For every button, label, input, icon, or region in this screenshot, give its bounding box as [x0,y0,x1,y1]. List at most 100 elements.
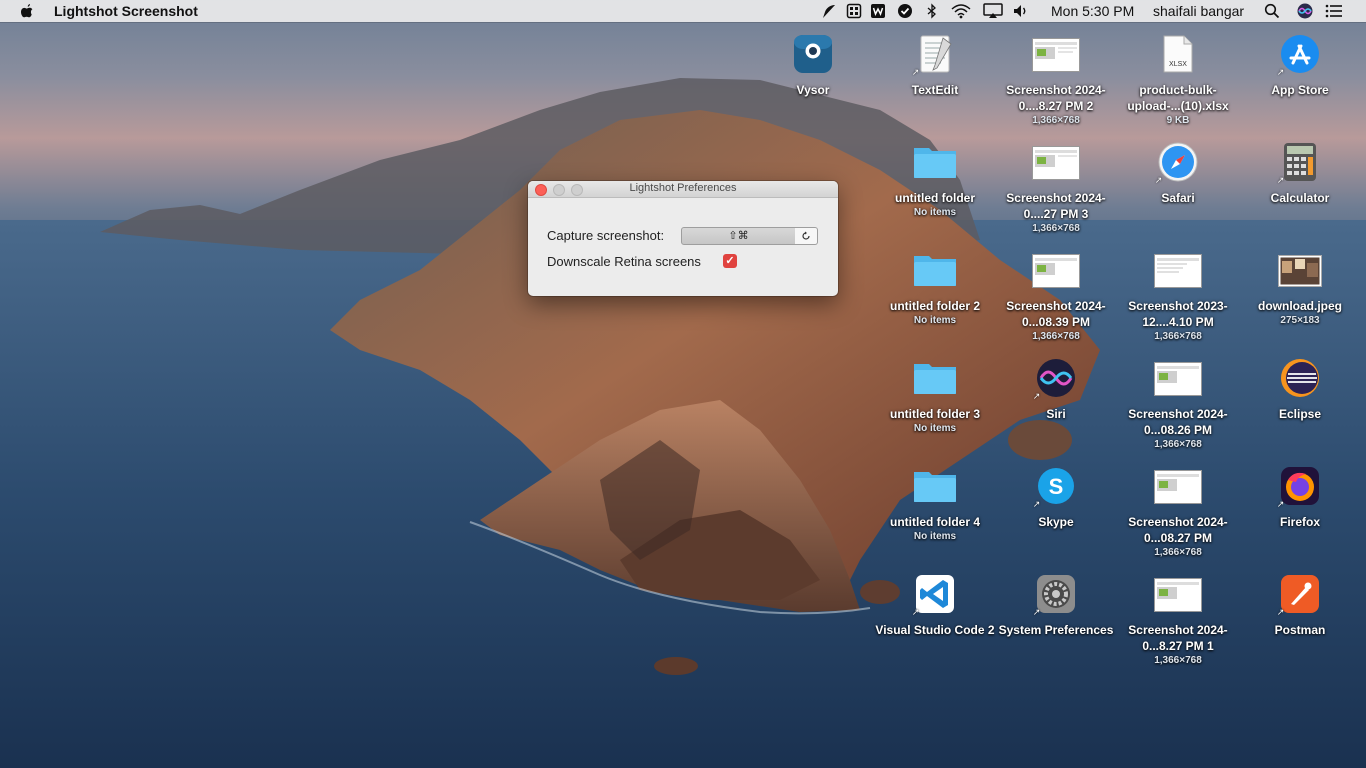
xlsx-file-icon [1163,35,1193,73]
lightshot-preferences-window: Lightshot Preferences Capture screenshot… [528,181,838,296]
alias-arrow-icon: ↗ [911,607,920,617]
folder-icon [914,472,956,502]
icon-label: download.jpeg [1258,299,1342,313]
safari-icon [1158,142,1198,182]
wps-icon[interactable] [870,3,886,19]
volume-icon[interactable] [1013,3,1029,19]
icon-label: untitled folder 3 [890,407,980,421]
list-icon[interactable] [1325,3,1343,19]
alias-arrow-icon: ↗ [1154,175,1163,185]
icon-label: Skype [1038,515,1074,529]
icon-label: product-bulk-upload-...(10).xlsx [1127,83,1229,113]
icon-label: untitled folder 2 [890,299,980,313]
downscale-retina-label: Downscale Retina screens [547,254,701,269]
image-thumbnail-icon [1278,255,1322,287]
apple-icon[interactable] [20,3,34,19]
file-badge: XLSX [1169,61,1187,68]
icon-sublabel: 1,366×768 [1154,331,1202,342]
icon-label: Screenshot 2023-12....4.10 PM [1128,299,1228,329]
alias-arrow-icon: ↗ [1276,607,1285,617]
icon-label: Screenshot 2024-0...08.26 PM [1128,407,1228,437]
folder-icon [914,364,956,394]
icon-label: Siri [1046,407,1066,421]
icon-sublabel: 1,366×768 [1032,115,1080,126]
icon-label: Visual Studio Code 2 [875,623,995,637]
screenshot-thumbnail-icon [1154,362,1202,396]
icon-label: untitled folder 4 [890,515,980,529]
reset-shortcut-button[interactable] [795,227,818,245]
clock[interactable]: Mon 5:30 PM [1051,3,1134,19]
alias-arrow-icon: ↗ [911,67,920,77]
icon-label: Screenshot 2024-0...8.27 PM 1 [1128,623,1228,653]
icon-label: TextEdit [911,83,959,97]
menu-bar: Lightshot Screenshot Mon 5:30 PM shaifal… [0,0,1366,22]
icon-label: Safari [1161,191,1195,205]
icon-label: Screenshot 2024-0...08.39 PM [1006,299,1106,329]
firefox-icon [1281,467,1319,505]
alias-arrow-icon: ↗ [1032,607,1041,617]
icon-sublabel: No items [913,423,957,434]
vscode-icon [916,575,954,613]
icon-sublabel: 275×183 [1280,315,1320,326]
icon-sublabel: No items [913,531,957,542]
reset-icon [802,231,810,240]
window-title: Lightshot Preferences [629,182,737,194]
icon-label: Screenshot 2024-0....27 PM 3 [1006,191,1106,221]
vysor-icon [794,35,832,73]
screenshot-thumbnail-icon [1154,578,1202,612]
icon-sublabel: No items [913,207,957,218]
alias-arrow-icon: ↗ [1276,499,1285,509]
skype-icon: S [1038,468,1074,504]
alias-arrow-icon: ↗ [1032,391,1041,401]
textedit-icon [920,35,952,73]
screenshot-thumbnail-icon [1154,470,1202,504]
grid-icon[interactable] [846,3,862,19]
icon-sublabel: 9 KB [1166,115,1190,126]
svg-text:S: S [1049,474,1064,499]
icon-label: Postman [1274,623,1326,637]
calculator-icon [1284,143,1316,181]
capture-screenshot-label: Capture screenshot: [547,228,665,243]
system-preferences-icon [1037,575,1075,613]
icon-label: untitled folder [895,191,975,205]
icon-sublabel: 1,366×768 [1032,331,1080,342]
icon-label: Calculator [1270,191,1330,205]
icon-label: Screenshot 2024-0...08.27 PM [1128,515,1228,545]
screenshot-thumbnail-icon [1032,254,1080,288]
eclipse-icon [1281,359,1319,397]
alias-arrow-icon: ↗ [1276,67,1285,77]
icon-sublabel: 1,366×768 [1032,223,1080,234]
alias-arrow-icon: ↗ [1032,499,1041,509]
folder-icon [914,256,956,286]
screenshot-thumbnail-icon [1032,38,1080,72]
wifi-icon[interactable] [951,3,971,19]
icon-label: Screenshot 2024-0....8.27 PM 2 [1006,83,1106,113]
icon-sublabel: 1,366×768 [1154,655,1202,666]
icon-sublabel: 1,366×768 [1154,439,1202,450]
icon-sublabel: 1,366×768 [1154,547,1202,558]
downscale-retina-checkbox[interactable]: ✓ [723,254,737,268]
capture-shortcut-field[interactable]: ⇧⌘ [681,227,796,245]
feather-icon[interactable] [821,3,837,19]
window-titlebar[interactable]: Lightshot Preferences [528,181,838,198]
airplay-icon[interactable] [983,3,1003,19]
icon-label: System Preferences [998,623,1114,637]
app-title[interactable]: Lightshot Screenshot [54,3,198,19]
icon-label: Eclipse [1278,407,1322,421]
siri-icon[interactable] [1297,3,1313,19]
screenshot-thumbnail-icon [1032,146,1080,180]
icon-label: Firefox [1279,515,1320,529]
postman-icon [1281,575,1319,613]
app-store-icon [1281,35,1319,73]
search-icon[interactable] [1264,3,1280,19]
screenshot-thumbnail-icon [1154,254,1202,288]
alias-arrow-icon: ↗ [1276,175,1285,185]
user-name[interactable]: shaifali bangar [1153,3,1244,19]
siri-app-icon [1037,359,1075,397]
icon-sublabel: No items [913,315,957,326]
bluetooth-icon[interactable] [924,3,940,19]
folder-icon [914,148,956,178]
icon-label: Vysor [796,83,830,97]
icon-label: App Store [1271,83,1329,97]
check-icon[interactable] [897,3,913,19]
